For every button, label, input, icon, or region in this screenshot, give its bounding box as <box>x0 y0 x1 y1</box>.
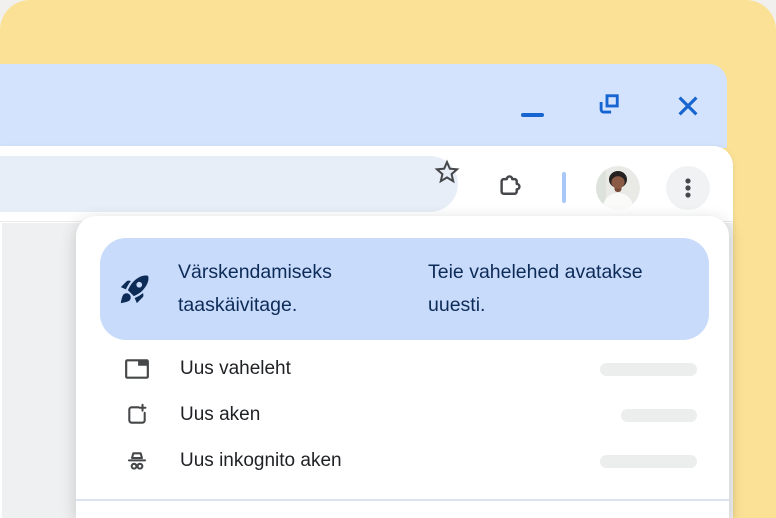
shortcut-placeholder-bar <box>600 363 697 376</box>
close-icon <box>674 92 702 120</box>
browser-menu-button[interactable] <box>666 166 710 210</box>
window-controls <box>517 88 703 124</box>
shortcut-placeholder-bar <box>600 455 697 468</box>
menu-item-new-window[interactable]: Uus aken <box>76 392 729 438</box>
close-button[interactable] <box>673 91 703 121</box>
puzzle-icon <box>494 171 525 202</box>
menu-section-divider <box>76 499 729 501</box>
menu-item-label: Uus inkognito aken <box>180 450 342 472</box>
bookmark-button[interactable] <box>432 157 462 187</box>
rocket-launch-icon <box>118 272 152 306</box>
incognito-icon <box>124 448 150 474</box>
menu-item-label: Uus vaheleht <box>180 358 291 380</box>
restore-button[interactable] <box>595 91 625 121</box>
relaunch-banner[interactable]: Värskendamiseks taaskäivitage. Teie vahe… <box>100 238 709 340</box>
browser-dropdown-menu: Värskendamiseks taaskäivitage. Teie vahe… <box>76 216 729 518</box>
banner-secondary-text: Teie vahelehed avatakse uuesti. <box>428 256 690 322</box>
extensions-button[interactable] <box>494 171 525 202</box>
menu-item-list: Uus vaheleht Uus aken Uus <box>76 346 729 484</box>
minimize-button[interactable] <box>517 91 547 121</box>
new-tab-icon <box>124 356 150 382</box>
profile-button[interactable] <box>596 166 640 210</box>
menu-item-new-incognito-window[interactable]: Uus inkognito aken <box>76 438 729 484</box>
restore-icon <box>595 91 625 121</box>
menu-item-new-tab[interactable]: Uus vaheleht <box>76 346 729 392</box>
shortcut-placeholder-bar <box>621 409 697 422</box>
three-dot-icon <box>675 175 701 201</box>
browser-toolbar <box>0 146 733 222</box>
menu-item-label: Uus aken <box>180 404 260 426</box>
address-bar[interactable] <box>0 156 458 212</box>
avatar <box>596 166 640 210</box>
toolbar-divider <box>562 172 566 203</box>
screenshot-stage: Värskendamiseks taaskäivitage. Teie vahe… <box>0 0 776 518</box>
new-window-icon <box>124 402 150 428</box>
minimize-icon <box>521 113 544 117</box>
banner-primary-text: Värskendamiseks taaskäivitage. <box>178 256 396 322</box>
browser-titlebar <box>0 64 727 148</box>
star-icon <box>432 157 462 187</box>
